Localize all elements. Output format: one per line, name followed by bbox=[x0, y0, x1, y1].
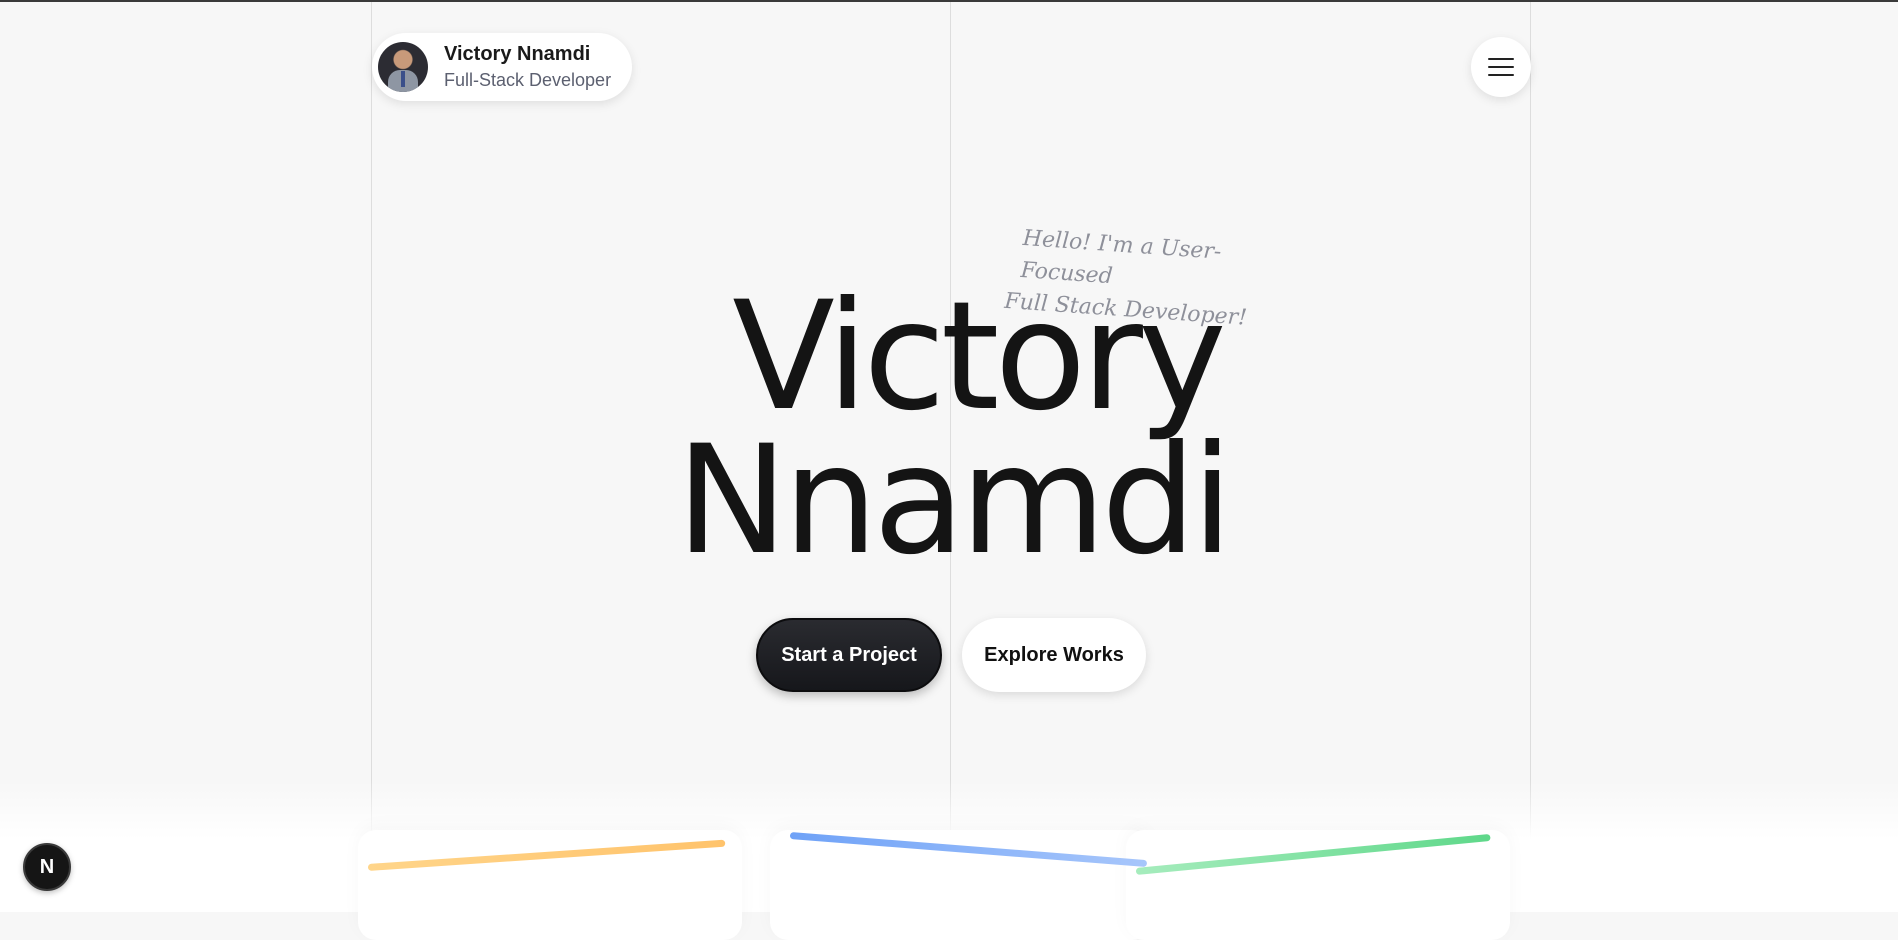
profile-role: Full-Stack Developer bbox=[444, 70, 612, 91]
menu-button[interactable] bbox=[1471, 37, 1531, 97]
hero-last-name: Nnamdi bbox=[675, 414, 1233, 588]
project-card-3[interactable] bbox=[1126, 830, 1510, 940]
top-border bbox=[0, 0, 1898, 2]
explore-works-button[interactable]: Explore Works bbox=[962, 618, 1146, 692]
start-project-button[interactable]: Start a Project bbox=[756, 618, 942, 692]
profile-card[interactable]: Victory Nnamdi Full-Stack Developer bbox=[372, 33, 632, 101]
hamburger-menu-icon bbox=[1488, 58, 1514, 60]
nextjs-indicator-icon[interactable]: N bbox=[23, 843, 71, 891]
profile-name: Victory Nnamdi bbox=[444, 43, 591, 66]
profile-text: Victory Nnamdi Full-Stack Developer bbox=[444, 42, 611, 92]
hero-first-name: Victory bbox=[732, 270, 1227, 444]
avatar bbox=[378, 42, 428, 92]
